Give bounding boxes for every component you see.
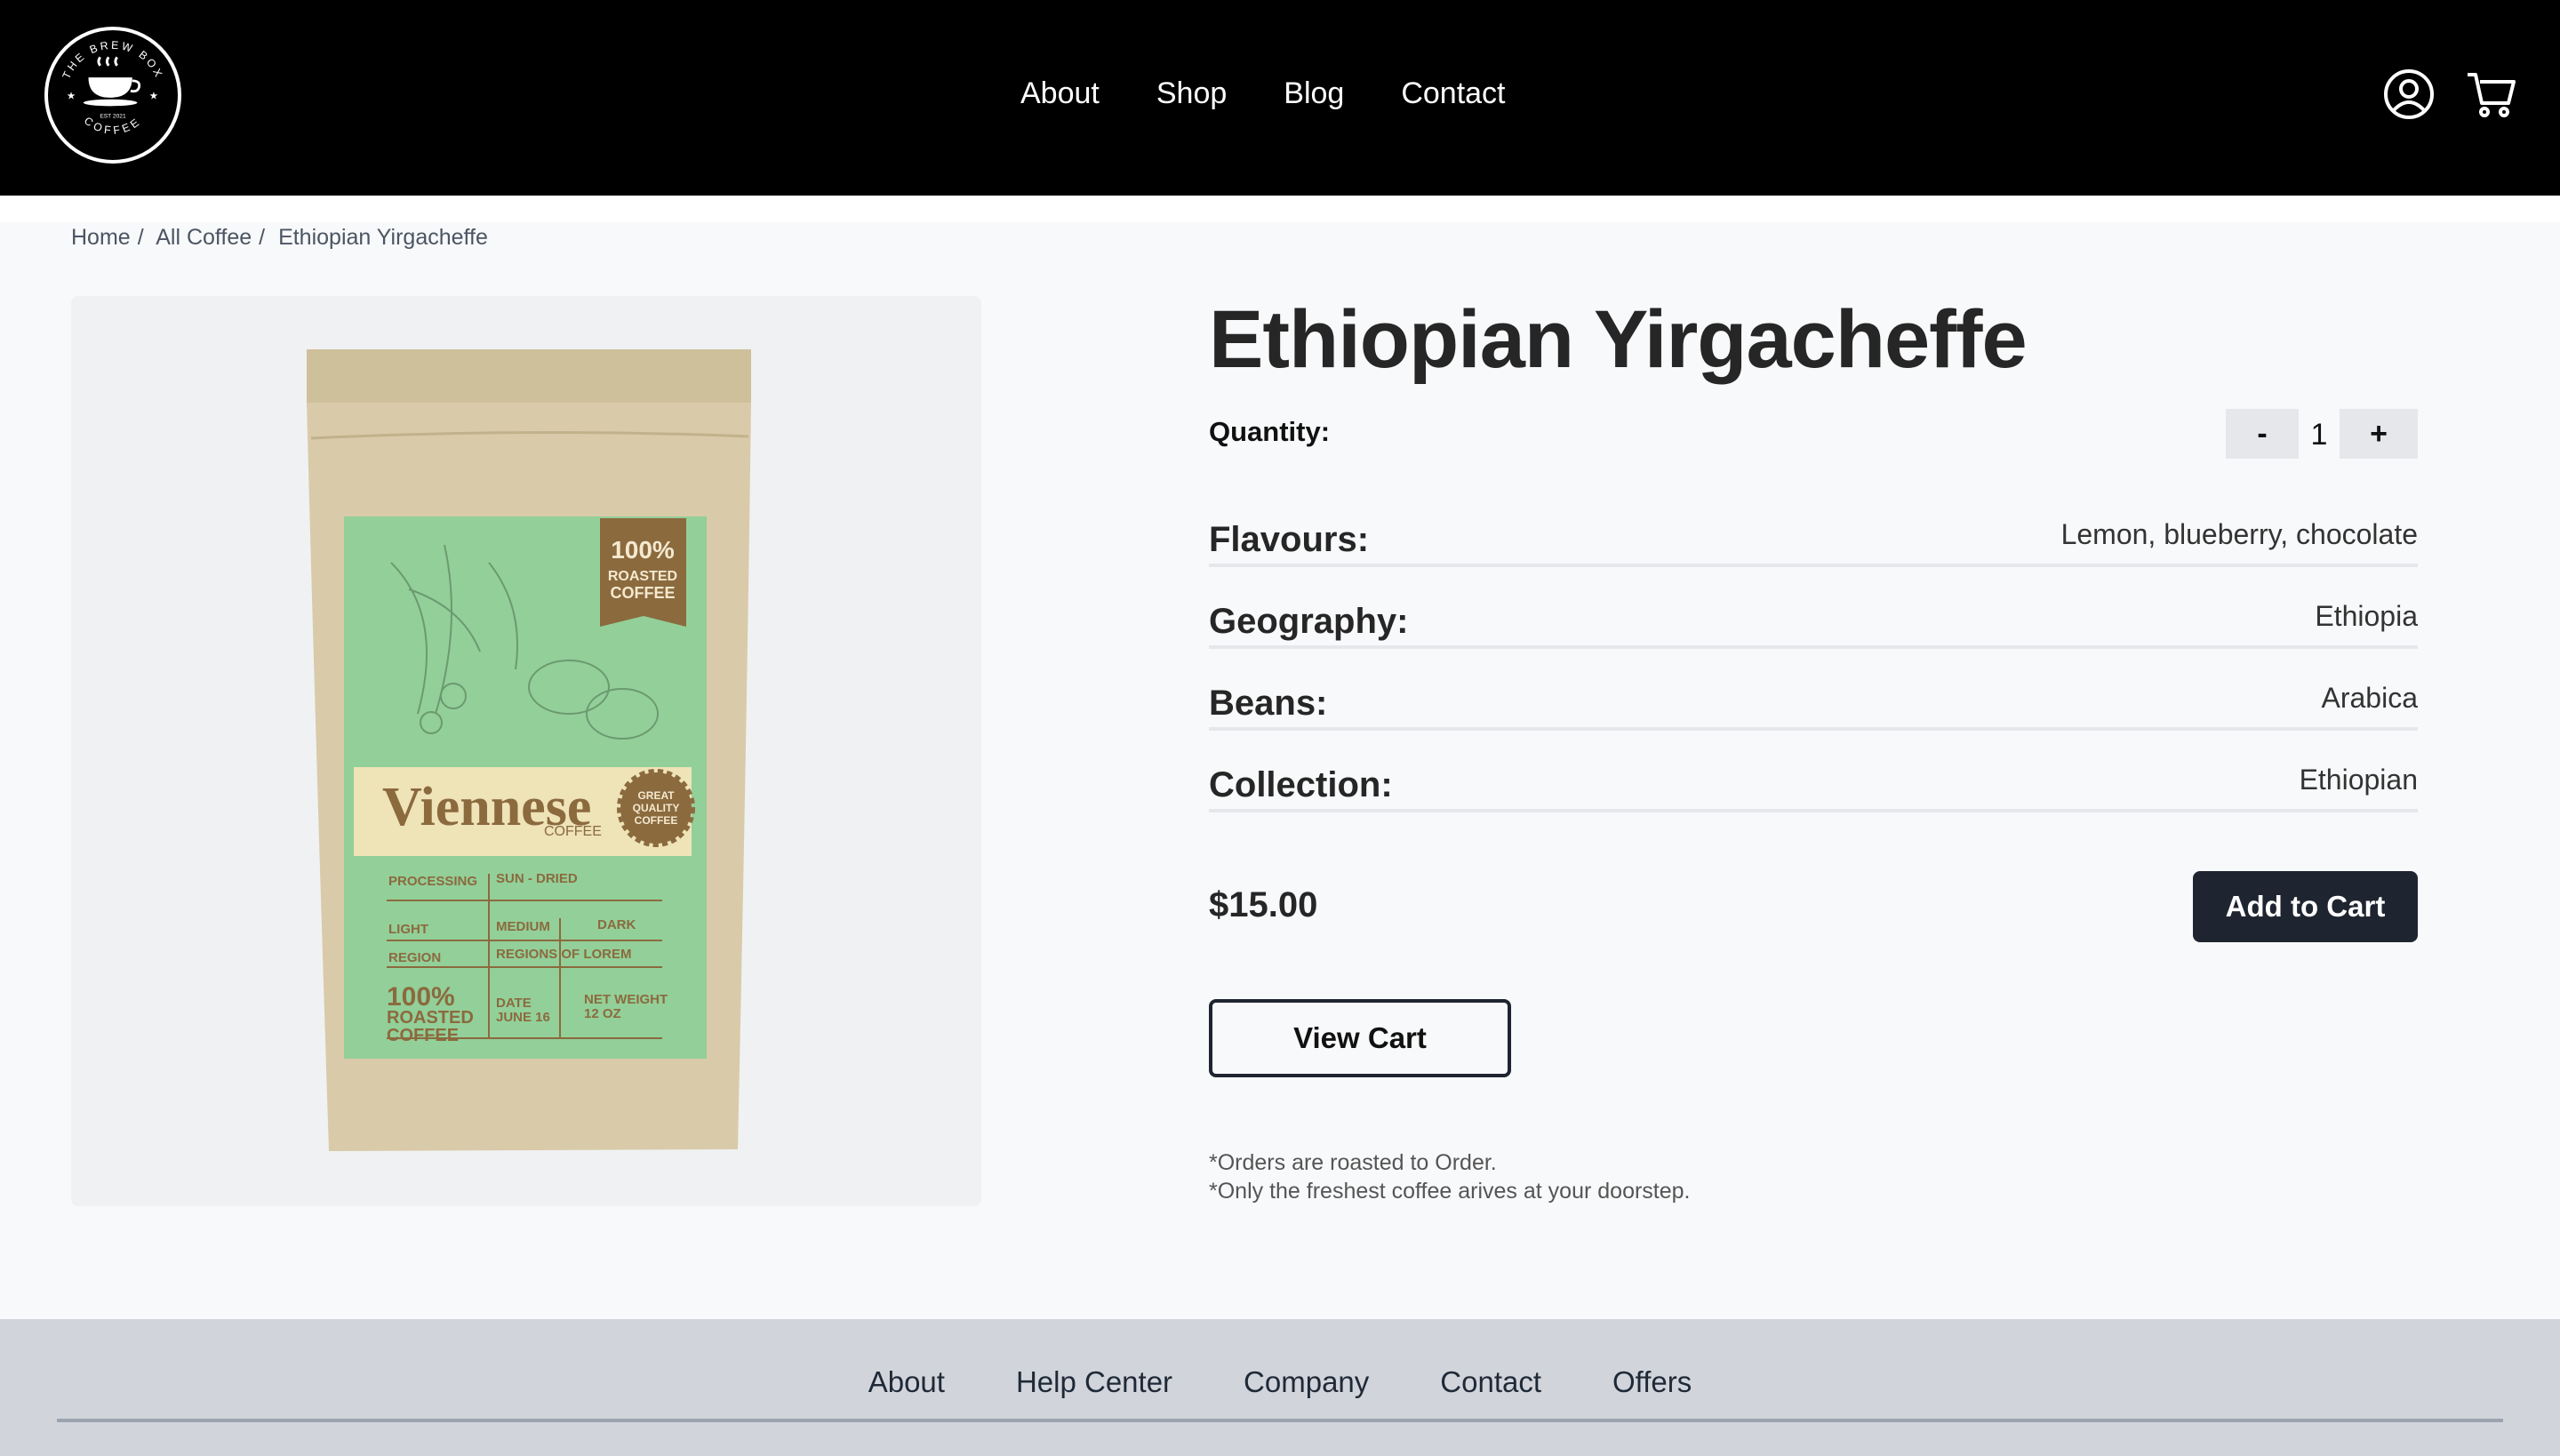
attribute-label: Flavours: xyxy=(1209,520,1370,559)
bag-dark: DARK xyxy=(597,917,636,932)
user-icon[interactable] xyxy=(2382,68,2436,121)
footer-link-help-center[interactable]: Help Center xyxy=(1016,1365,1172,1399)
bag-footer-badge-3: COFFEE xyxy=(387,1026,459,1045)
site-header: THE BREW BOX COFFEE EST 2021 ★ ★ About S… xyxy=(0,0,2560,196)
bag-regions-of-lorem: REGIONS OF LOREM xyxy=(496,947,632,962)
attribute-value: Arabica xyxy=(2321,682,2419,714)
badge-line-1: 100% xyxy=(611,536,675,564)
freshness-note: *Only the freshest coffee arives at your… xyxy=(1209,1179,1691,1204)
attribute-label: Geography: xyxy=(1209,602,1409,641)
badge-line-2: ROASTED xyxy=(608,569,677,584)
seal-line-2: QUALITY xyxy=(633,802,680,814)
badge-line-3: COFFEE xyxy=(610,584,675,602)
bag-footer-badge-2: ROASTED xyxy=(387,1008,474,1028)
bag-date-value: JUNE 16 xyxy=(496,1010,550,1025)
view-cart-button[interactable]: View Cart xyxy=(1209,999,1511,1077)
product-image: 100% ROASTED COFFEE Viennese COFFEE GREA… xyxy=(71,296,981,1206)
attribute-row-beans: Beans: Arabica xyxy=(1209,677,2418,731)
nav-about[interactable]: About xyxy=(1020,76,1100,111)
seal-line-3: COFFEE xyxy=(635,814,678,827)
svg-text:★: ★ xyxy=(67,92,76,102)
site-footer: About Help Center Company Contact Offers xyxy=(0,1319,2560,1456)
product-price: $15.00 xyxy=(1209,885,1318,924)
nav-blog[interactable]: Blog xyxy=(1284,76,1344,111)
logo-est-text: EST 2021 xyxy=(100,114,126,120)
attribute-label: Collection: xyxy=(1209,765,1393,804)
bag-light: LIGHT xyxy=(388,922,428,937)
footer-divider xyxy=(57,1419,2503,1422)
attribute-value: Lemon, blueberry, chocolate xyxy=(2060,518,2418,550)
svg-text:THE BREW BOX: THE BREW BOX xyxy=(60,39,166,81)
bag-net-weight-label: NET WEIGHT xyxy=(584,992,668,1007)
footer-nav: About Help Center Company Contact Offers xyxy=(0,1365,2560,1399)
bag-date-label: DATE xyxy=(496,996,532,1011)
quantity-value: 1 xyxy=(2310,418,2328,452)
cart-icon[interactable] xyxy=(2464,68,2517,121)
main-nav: About Shop Blog Contact xyxy=(1020,76,1506,111)
quantity-decrease-button[interactable]: - xyxy=(2226,409,2299,459)
bag-region: REGION xyxy=(388,950,441,965)
header-divider xyxy=(0,196,2560,222)
footer-link-about[interactable]: About xyxy=(868,1365,945,1399)
footer-link-contact[interactable]: Contact xyxy=(1440,1365,1541,1399)
nav-contact[interactable]: Contact xyxy=(1401,76,1505,111)
footer-link-company[interactable]: Company xyxy=(1244,1365,1369,1399)
svg-text:★: ★ xyxy=(149,92,158,102)
breadcrumb-separator: / xyxy=(259,225,266,250)
attribute-value: Ethiopia xyxy=(2315,600,2418,632)
seal-line-1: GREAT xyxy=(637,789,675,802)
bag-brand-sub: COFFEE xyxy=(544,824,602,839)
product-title: Ethiopian Yirgacheffe xyxy=(1209,294,2028,385)
logo-top-text: THE BREW BOX xyxy=(60,39,164,81)
quantity-increase-button[interactable]: + xyxy=(2340,409,2418,459)
footer-link-offers[interactable]: Offers xyxy=(1612,1365,1692,1399)
add-to-cart-button[interactable]: Add to Cart xyxy=(2193,871,2418,942)
breadcrumb-separator: / xyxy=(137,225,144,250)
nav-shop[interactable]: Shop xyxy=(1156,76,1227,111)
breadcrumb-home[interactable]: Home xyxy=(71,225,131,250)
attribute-row-flavours: Flavours: Lemon, blueberry, chocolate xyxy=(1209,514,2418,567)
attribute-row-geography: Geography: Ethiopia xyxy=(1209,596,2418,649)
attribute-value: Ethiopian xyxy=(2299,764,2418,796)
attribute-row-collection: Collection: Ethiopian xyxy=(1209,759,2418,812)
bag-net-weight-value: 12 OZ xyxy=(584,1006,621,1021)
quantity-label: Quantity: xyxy=(1209,416,1331,447)
breadcrumb-all-coffee[interactable]: All Coffee xyxy=(156,225,252,250)
bag-medium: MEDIUM xyxy=(496,919,550,934)
bag-sun-dried: SUN - DRIED xyxy=(496,871,578,886)
bag-processing: PROCESSING xyxy=(388,874,477,889)
breadcrumb: Home / All Coffee / Ethiopian Yirgacheffe xyxy=(71,225,495,251)
attribute-label: Beans: xyxy=(1209,684,1328,723)
brand-logo[interactable]: THE BREW BOX COFFEE EST 2021 ★ ★ xyxy=(44,27,181,164)
breadcrumb-current: Ethiopian Yirgacheffe xyxy=(278,225,488,250)
order-note: *Orders are roasted to Order. xyxy=(1209,1150,1497,1175)
